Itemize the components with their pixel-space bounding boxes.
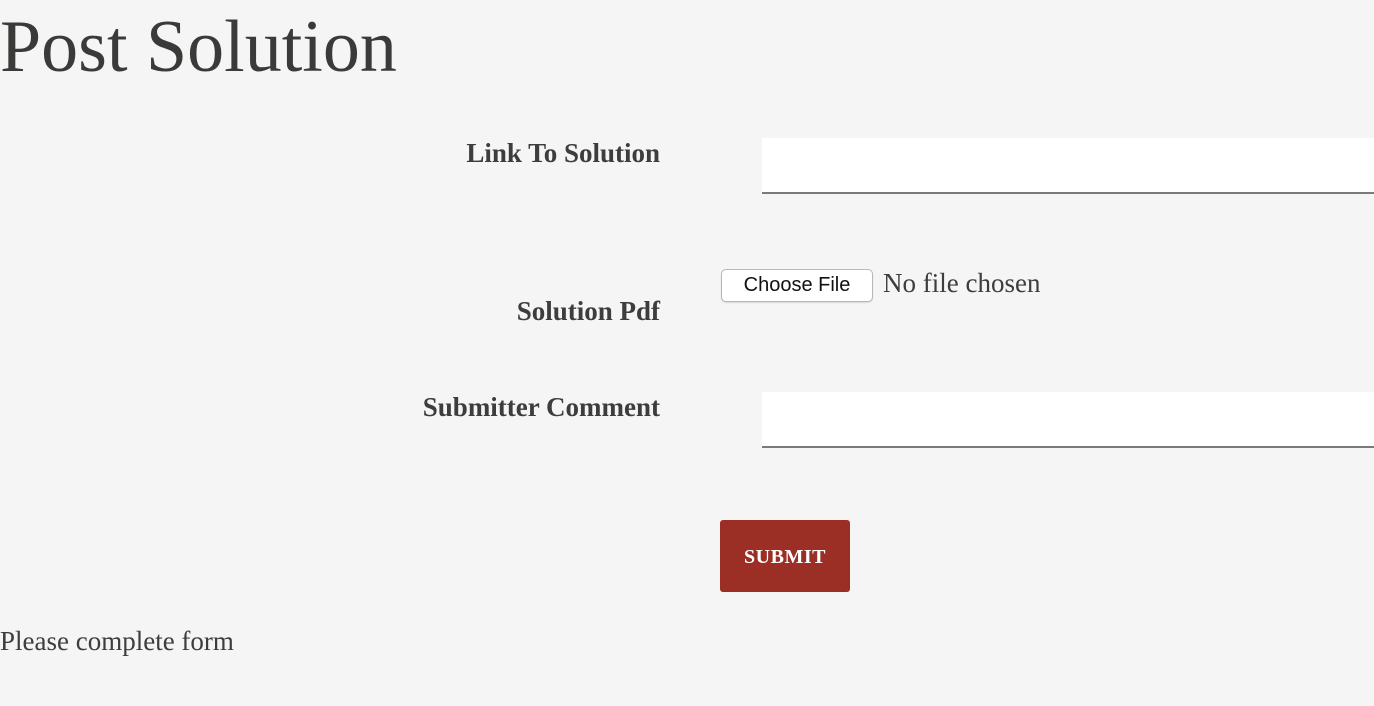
solution-pdf-label: Solution Pdf <box>516 296 660 326</box>
link-to-solution-label: Link To Solution <box>466 138 660 168</box>
link-to-solution-input[interactable] <box>762 138 1374 194</box>
form-status-message: Please complete form <box>0 626 234 656</box>
page-title: Post Solution <box>0 6 397 88</box>
choose-file-button[interactable]: Choose File <box>721 269 873 302</box>
submit-button[interactable]: SUBMIT <box>720 520 850 592</box>
submitter-comment-label: Submitter Comment <box>422 392 660 422</box>
file-status-text: No file chosen <box>883 268 1041 298</box>
submitter-comment-input[interactable] <box>762 392 1374 448</box>
